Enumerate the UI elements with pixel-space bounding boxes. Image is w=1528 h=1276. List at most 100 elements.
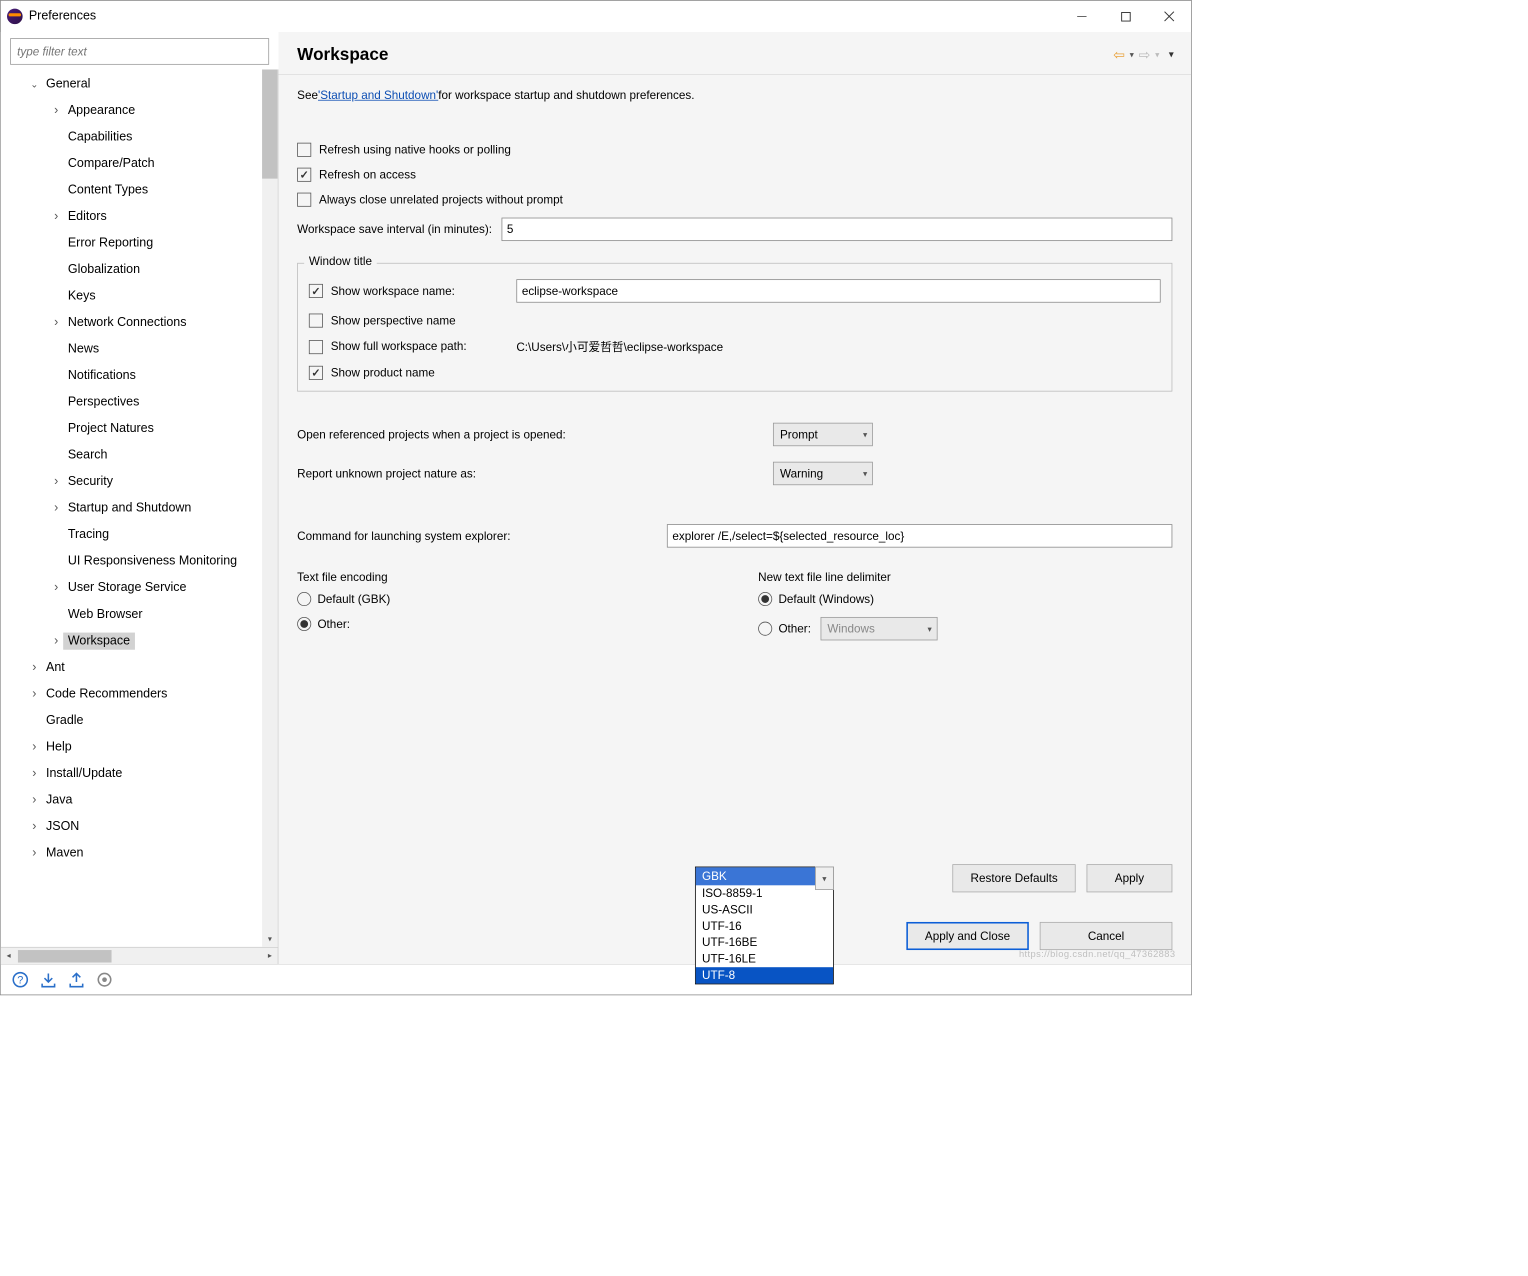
tree-node[interactable]: Content Types <box>1 177 262 204</box>
tree-node[interactable]: Globalization <box>1 257 262 284</box>
tree-node[interactable]: ›Code Recommenders <box>1 681 262 708</box>
oomph-icon[interactable] <box>94 970 114 990</box>
scroll-thumb[interactable] <box>262 69 278 178</box>
delimiter-default-radio[interactable] <box>758 592 772 606</box>
tree-label[interactable]: Error Reporting <box>63 235 158 252</box>
tree-label[interactable]: General <box>41 76 95 93</box>
show-ws-name-checkbox[interactable] <box>309 284 323 298</box>
ws-name-input[interactable] <box>516 279 1160 302</box>
chevron-down-icon[interactable]: ▾ <box>815 867 834 890</box>
close-unrelated-checkbox[interactable] <box>297 193 311 207</box>
encoding-option[interactable]: UTF-8 <box>696 967 833 983</box>
filter-input[interactable] <box>10 38 269 65</box>
tree-node[interactable]: ›JSON <box>1 814 262 841</box>
scroll-down-icon[interactable]: ▾ <box>262 931 278 947</box>
tree-node[interactable]: Web Browser <box>1 601 262 628</box>
chevron-right-icon[interactable]: › <box>29 846 40 860</box>
apply-button[interactable]: Apply <box>1087 864 1173 892</box>
forward-arrow-icon[interactable]: ⇨ <box>1139 46 1151 62</box>
tree-label[interactable]: Keys <box>63 288 100 305</box>
encoding-default-radio[interactable] <box>297 592 311 606</box>
encoding-dropdown[interactable]: GBK ▾ ISO-8859-1US-ASCIIUTF-16UTF-16BEUT… <box>695 867 834 985</box>
open-ref-select[interactable]: Prompt <box>773 423 873 446</box>
encoding-option[interactable]: UTF-16BE <box>696 934 833 950</box>
cancel-button[interactable]: Cancel <box>1040 922 1173 950</box>
view-menu-icon[interactable]: ▾ <box>1169 48 1174 60</box>
tree-node[interactable]: ›Startup and Shutdown <box>1 495 262 522</box>
tree-node[interactable]: UI Responsiveness Monitoring <box>1 548 262 575</box>
horizontal-scrollbar[interactable]: ◂ ▸ <box>1 947 279 964</box>
chevron-right-icon[interactable]: › <box>51 581 62 595</box>
show-perspective-checkbox[interactable] <box>309 314 323 328</box>
encoding-other-radio[interactable] <box>297 617 311 631</box>
tree-node[interactable]: ›Java <box>1 787 262 814</box>
refresh-native-checkbox[interactable] <box>297 143 311 157</box>
minimize-button[interactable] <box>1060 1 1104 32</box>
tree-node[interactable]: ›Network Connections <box>1 310 262 337</box>
chevron-right-icon[interactable]: › <box>51 104 62 118</box>
tree-label[interactable]: Compare/Patch <box>63 155 159 172</box>
maximize-button[interactable] <box>1104 1 1148 32</box>
tree-label[interactable]: Content Types <box>63 182 153 199</box>
report-nature-select[interactable]: Warning <box>773 462 873 485</box>
tree-label[interactable]: Editors <box>63 208 111 225</box>
export-icon[interactable] <box>66 970 86 990</box>
tree-label[interactable]: Install/Update <box>41 765 127 782</box>
startup-shutdown-link[interactable]: 'Startup and Shutdown' <box>318 89 438 102</box>
encoding-option[interactable]: UTF-16LE <box>696 951 833 967</box>
chevron-right-icon[interactable]: › <box>51 634 62 648</box>
tree-label[interactable]: Appearance <box>63 102 140 119</box>
chevron-right-icon[interactable]: › <box>51 210 62 224</box>
scroll-right-icon[interactable]: ▸ <box>262 947 278 964</box>
tree-label[interactable]: Network Connections <box>63 314 191 331</box>
encoding-dropdown-selected[interactable]: GBK <box>696 867 833 885</box>
tree-node[interactable]: News <box>1 336 262 363</box>
tree-node[interactable]: ›Ant <box>1 654 262 681</box>
tree-node[interactable]: ⌄General <box>1 71 262 98</box>
delimiter-other-radio[interactable] <box>758 622 772 636</box>
hscroll-thumb[interactable] <box>18 950 112 962</box>
tree-node[interactable]: Compare/Patch <box>1 151 262 178</box>
tree-label[interactable]: Maven <box>41 845 88 862</box>
tree-node[interactable]: ›Workspace <box>1 628 262 655</box>
encoding-option[interactable]: US-ASCII <box>696 902 833 918</box>
tree-label[interactable]: Notifications <box>63 367 140 384</box>
tree-node[interactable]: Gradle <box>1 707 262 734</box>
tree-label[interactable]: Workspace <box>63 633 135 650</box>
restore-defaults-button[interactable]: Restore Defaults <box>953 864 1076 892</box>
back-menu-icon[interactable]: ▾ <box>1130 50 1134 60</box>
chevron-right-icon[interactable]: › <box>29 820 40 834</box>
tree-node[interactable]: ›Install/Update <box>1 761 262 788</box>
tree-node[interactable]: ›Help <box>1 734 262 761</box>
apply-and-close-button[interactable]: Apply and Close <box>906 922 1029 950</box>
tree-node[interactable]: ›Appearance <box>1 98 262 125</box>
tree-label[interactable]: Gradle <box>41 712 88 729</box>
save-interval-input[interactable] <box>501 218 1172 241</box>
show-full-path-checkbox[interactable] <box>309 340 323 354</box>
tree-label[interactable]: UI Responsiveness Monitoring <box>63 553 242 570</box>
tree-label[interactable]: Startup and Shutdown <box>63 500 196 517</box>
chevron-right-icon[interactable]: › <box>29 661 40 675</box>
tree-label[interactable]: User Storage Service <box>63 580 191 597</box>
help-icon[interactable]: ? <box>10 970 30 990</box>
tree-node[interactable]: ›Security <box>1 469 262 496</box>
tree-node[interactable]: ›User Storage Service <box>1 575 262 602</box>
tree-label[interactable]: Capabilities <box>63 129 137 146</box>
tree-label[interactable]: Project Natures <box>63 420 158 437</box>
chevron-right-icon[interactable]: › <box>29 793 40 807</box>
chevron-right-icon[interactable]: › <box>29 767 40 781</box>
tree-node[interactable]: Error Reporting <box>1 230 262 257</box>
tree-label[interactable]: Tracing <box>63 527 114 544</box>
chevron-right-icon[interactable]: › <box>51 502 62 516</box>
scroll-left-icon[interactable]: ◂ <box>1 947 17 964</box>
tree-node[interactable]: Notifications <box>1 363 262 390</box>
vertical-scrollbar[interactable]: ▴ ▾ <box>262 69 278 947</box>
tree-node[interactable]: Keys <box>1 283 262 310</box>
tree-node[interactable]: ›Maven <box>1 840 262 867</box>
close-button[interactable] <box>1147 1 1191 32</box>
preference-tree[interactable]: ⌄General›AppearanceCapabilitiesCompare/P… <box>1 69 262 947</box>
tree-label[interactable]: Perspectives <box>63 394 144 411</box>
tree-label[interactable]: Search <box>63 447 112 464</box>
cmd-explorer-input[interactable] <box>667 524 1172 547</box>
tree-label[interactable]: Code Recommenders <box>41 686 172 703</box>
